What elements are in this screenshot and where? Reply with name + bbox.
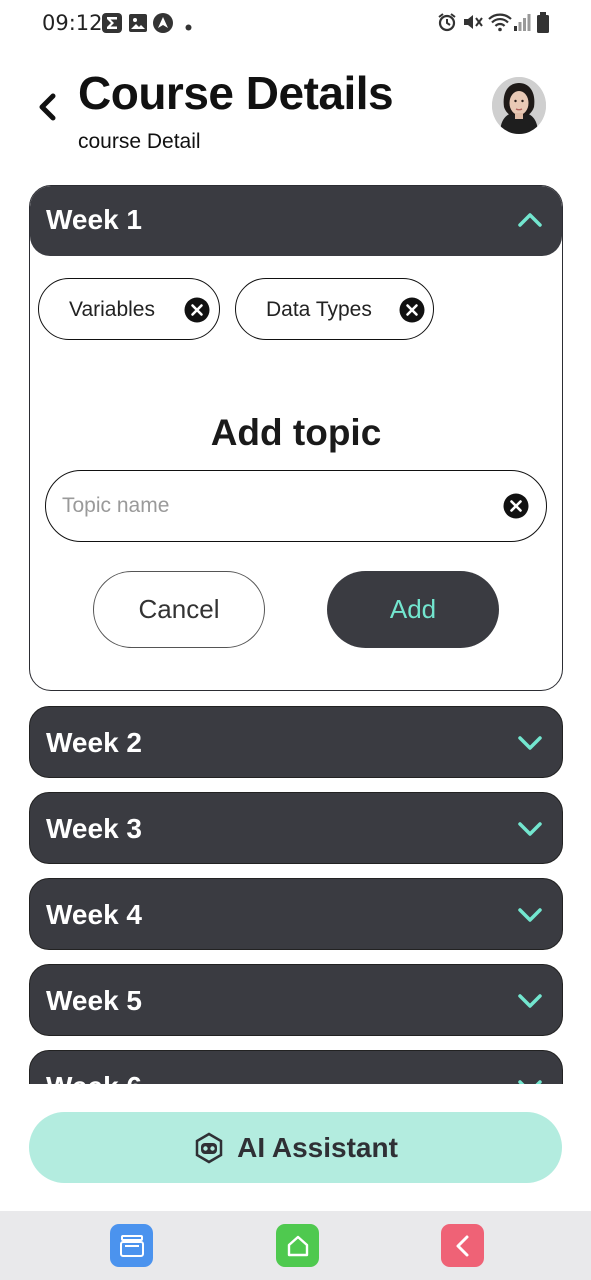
- topic-chip[interactable]: Variables: [38, 278, 220, 340]
- nav-back-button[interactable]: [441, 1224, 484, 1267]
- week-header-1[interactable]: Week 1: [30, 186, 562, 256]
- user-avatar-image: [492, 77, 546, 134]
- chevron-down-icon: [518, 736, 542, 750]
- week-label: Week 2: [46, 727, 142, 758]
- week-label: Week 6: [46, 1071, 142, 1084]
- avatar[interactable]: [492, 77, 546, 134]
- chevron-down-icon: [518, 822, 542, 836]
- topic-chip[interactable]: Data Types: [235, 278, 434, 340]
- add-topic-title: Add topic: [210, 412, 382, 453]
- back-icon: [456, 1235, 468, 1256]
- battery-icon: [536, 12, 550, 39]
- week-header-6[interactable]: Week 6: [29, 1050, 563, 1084]
- ai-assistant-label: AI Assistant: [237, 1131, 398, 1163]
- cancel-button[interactable]: Cancel: [93, 571, 265, 648]
- robot-icon: [195, 1132, 223, 1163]
- page-title: Course Details: [78, 67, 394, 119]
- nav-home-button[interactable]: [276, 1224, 319, 1267]
- topic-input-container: [45, 470, 547, 542]
- back-button[interactable]: [32, 90, 62, 124]
- dot-icon: [185, 18, 192, 36]
- status-bar: 09:12: [0, 0, 591, 46]
- alarm-icon: [437, 12, 457, 37]
- nav-courses-button[interactable]: [110, 1224, 153, 1267]
- remove-topic-icon[interactable]: [399, 297, 425, 323]
- wifi-icon: [488, 12, 512, 37]
- weeks-list[interactable]: Week 1 Variables Data Types Add topic Ca…: [0, 180, 591, 1084]
- week-header-5[interactable]: Week 5: [29, 964, 563, 1036]
- status-time: 09:12: [42, 11, 103, 35]
- week-label: Week 5: [46, 985, 142, 1016]
- remove-topic-icon[interactable]: [184, 297, 210, 323]
- week-label: Week 3: [46, 813, 142, 844]
- week-card-1: Week 1 Variables Data Types Add topic Ca…: [29, 185, 563, 691]
- home-icon: [287, 1235, 308, 1256]
- topic-chip-label: Variables: [69, 298, 155, 321]
- week-label: Week 1: [46, 204, 142, 235]
- ai-assistant-button[interactable]: AI Assistant: [29, 1112, 562, 1183]
- sigma-icon: [102, 13, 122, 38]
- week-header-2[interactable]: Week 2: [29, 706, 563, 778]
- chevron-left-icon: [39, 93, 56, 121]
- image-icon: [128, 13, 148, 38]
- page-subtitle: course Detail: [78, 130, 201, 153]
- chevron-down-icon: [518, 1080, 542, 1084]
- signal-icon: [513, 12, 531, 37]
- week-header-4[interactable]: Week 4: [29, 878, 563, 950]
- clear-input-icon[interactable]: [503, 493, 529, 519]
- courses-icon: [119, 1234, 144, 1257]
- week-header-3[interactable]: Week 3: [29, 792, 563, 864]
- chevron-down-icon: [518, 908, 542, 922]
- topic-name-input[interactable]: [62, 489, 482, 523]
- chevron-up-icon: [518, 213, 542, 227]
- mute-icon: [462, 12, 484, 37]
- topic-chip-label: Data Types: [266, 298, 372, 321]
- bottom-nav: [0, 1211, 591, 1280]
- add-button[interactable]: Add: [327, 571, 499, 648]
- navigation-icon: [153, 13, 173, 38]
- chevron-down-icon: [518, 994, 542, 1008]
- week-label: Week 4: [46, 899, 142, 930]
